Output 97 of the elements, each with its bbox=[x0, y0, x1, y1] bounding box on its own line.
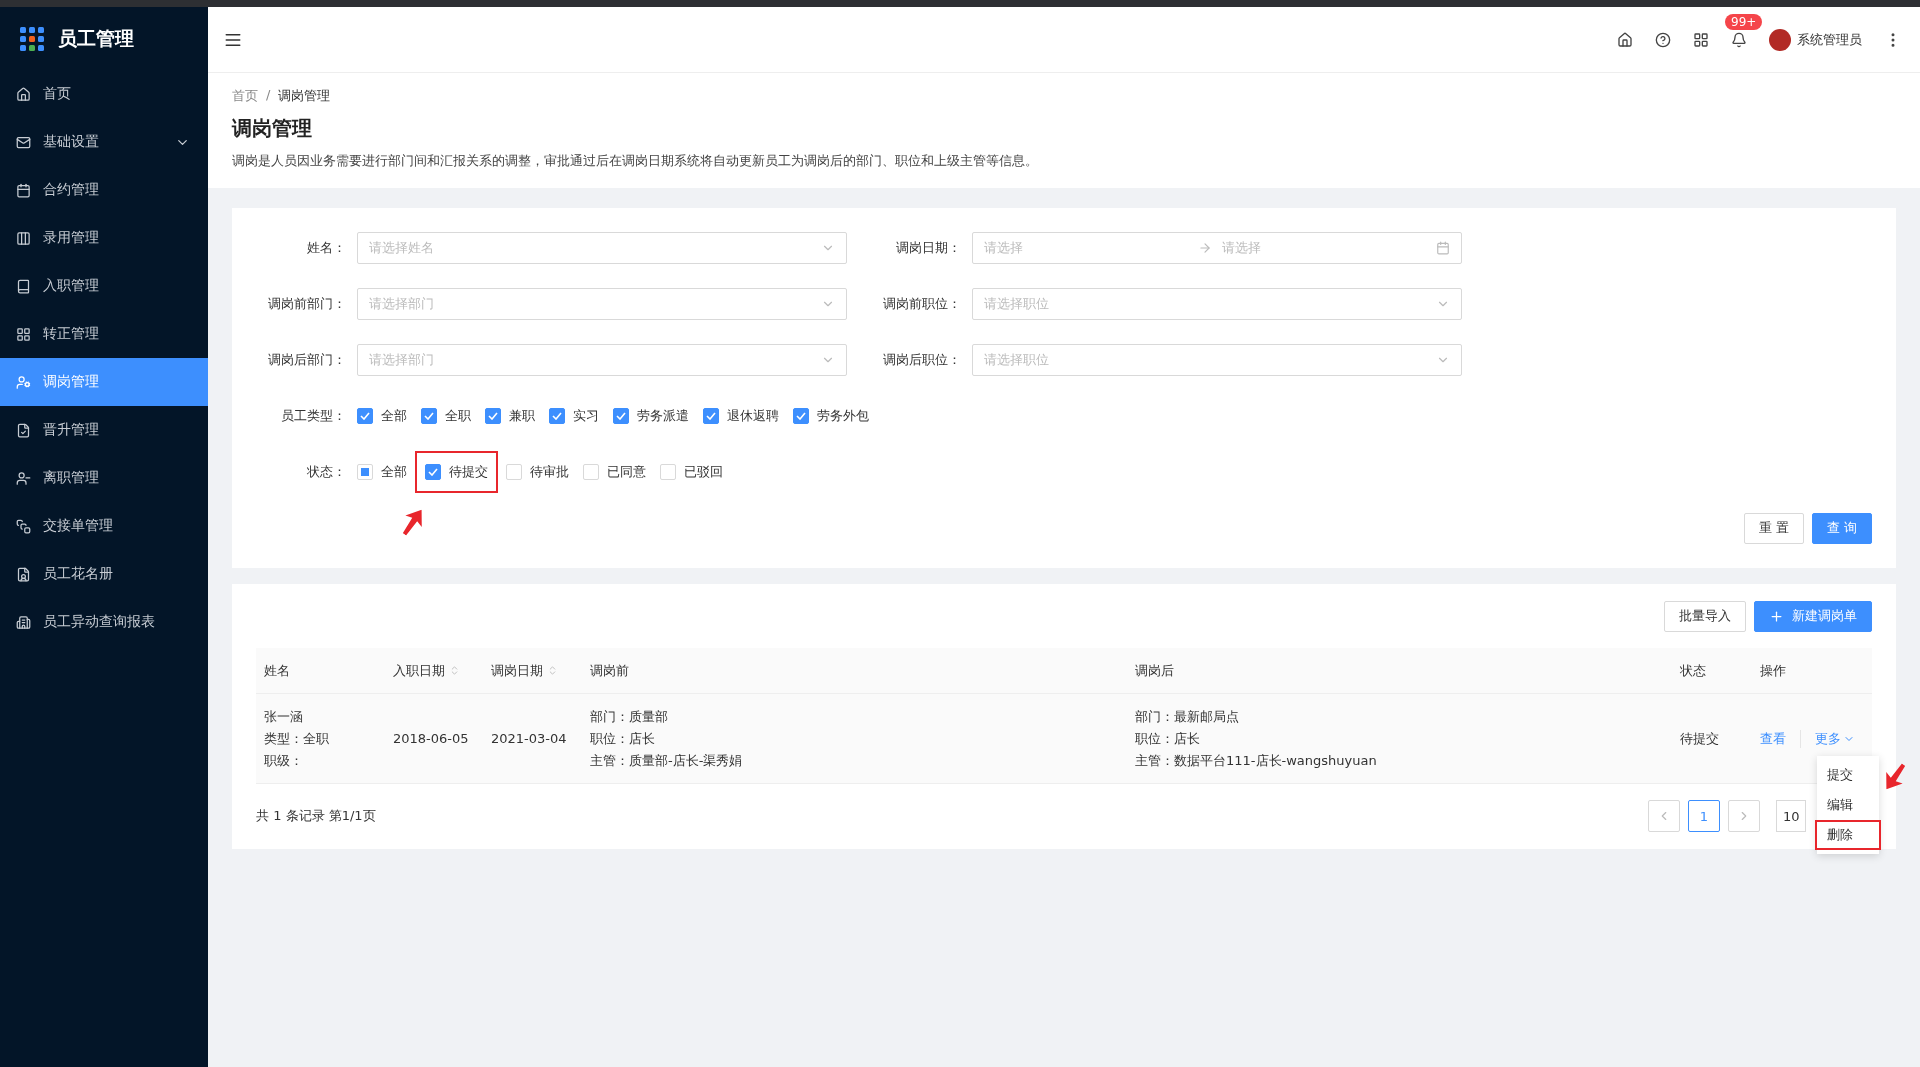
filter-label: 状态： bbox=[306, 463, 347, 481]
check-icon bbox=[706, 412, 716, 420]
table-cell-text: 张一涵 bbox=[264, 707, 304, 726]
placeholder-text: 请选择部门 bbox=[369, 295, 435, 313]
sort-icon bbox=[547, 665, 558, 676]
checkbox[interactable] bbox=[549, 408, 565, 424]
sidebar-item[interactable]: 首页 bbox=[0, 70, 208, 118]
app-title: 员工管理 bbox=[58, 25, 134, 51]
table-cell-text: 2018-06-05 bbox=[393, 731, 470, 746]
placeholder-text: 请选择 bbox=[1222, 239, 1262, 257]
filter-label: 调岗日期： bbox=[895, 239, 962, 257]
column-header: 调岗前 bbox=[589, 661, 630, 680]
filter-label: 调岗后部门： bbox=[267, 351, 347, 369]
checkbox[interactable] bbox=[793, 408, 809, 424]
check-icon bbox=[616, 412, 626, 420]
placeholder-text: 请选择部门 bbox=[369, 351, 435, 369]
placeholder-text: 请选择职位 bbox=[984, 351, 1050, 369]
column-header: 姓名 bbox=[263, 661, 291, 680]
placeholder-text: 请选择职位 bbox=[984, 295, 1050, 313]
column-header[interactable]: 入职日期 bbox=[385, 661, 483, 680]
grid-icon[interactable] bbox=[1693, 31, 1709, 48]
filter-label: 调岗后职位： bbox=[882, 351, 962, 369]
column-header: 调岗后 bbox=[1134, 661, 1175, 680]
checkbox-label: 兼职 bbox=[509, 407, 535, 425]
page-size-select[interactable]: 10 bbox=[1776, 800, 1806, 832]
checkbox-label: 劳务外包 bbox=[817, 407, 869, 425]
table-cell-text: 主管：数据平台111-店长-wangshuyuan bbox=[1135, 751, 1378, 770]
checkbox-label: 全部 bbox=[381, 463, 407, 481]
table-cell-text: 职位：店长 bbox=[590, 729, 656, 748]
pagination-summary: 共 1 条记录 第1/1页 bbox=[256, 807, 377, 825]
page-title: 调岗管理 bbox=[232, 115, 313, 142]
sidebar-item[interactable]: 基础设置 bbox=[0, 118, 208, 166]
filter-label: 姓名： bbox=[306, 239, 347, 257]
checkbox-label: 已驳回 bbox=[684, 463, 723, 481]
home-icon[interactable] bbox=[1617, 31, 1633, 48]
column-header[interactable]: 调岗日期 bbox=[483, 661, 582, 680]
checkbox-label: 全职 bbox=[445, 407, 471, 425]
checkbox-label: 实习 bbox=[573, 407, 599, 425]
menu-item[interactable]: 删除 bbox=[1815, 819, 1881, 850]
checkbox-label: 待审批 bbox=[530, 463, 569, 481]
check-icon bbox=[796, 412, 806, 420]
filter-label: 调岗前部门： bbox=[267, 295, 347, 313]
checkbox[interactable] bbox=[613, 408, 629, 424]
notification-badge: 99+ bbox=[1725, 13, 1763, 30]
sort-icon bbox=[449, 665, 460, 676]
plus-icon bbox=[1769, 608, 1784, 624]
checkbox-label: 劳务派遣 bbox=[637, 407, 689, 425]
column-header: 状态 bbox=[1679, 661, 1707, 680]
checkbox[interactable] bbox=[421, 408, 437, 424]
status-text: 待提交 bbox=[1680, 729, 1720, 748]
checkbox-label: 全部 bbox=[381, 407, 407, 425]
menu-item[interactable]: 编辑 bbox=[1817, 789, 1879, 820]
sidebar-item[interactable]: 转正管理 bbox=[0, 310, 208, 358]
sidebar-item[interactable]: 录用管理 bbox=[0, 214, 208, 262]
app-logo-icon bbox=[20, 26, 44, 51]
avatar[interactable] bbox=[1769, 28, 1791, 51]
checkbox[interactable] bbox=[703, 408, 719, 424]
filter-label: 员工类型： bbox=[280, 407, 347, 425]
sidebar-item[interactable]: 员工异动查询报表 bbox=[0, 598, 208, 646]
checkbox[interactable] bbox=[485, 408, 501, 424]
sidebar-item[interactable]: 交接单管理 bbox=[0, 502, 208, 550]
check-icon bbox=[552, 412, 562, 420]
check-icon bbox=[488, 412, 498, 420]
table-cell-text: 部门：质量部 bbox=[590, 707, 669, 726]
help-icon[interactable] bbox=[1655, 31, 1671, 48]
checkbox-label: 待提交 bbox=[449, 463, 488, 481]
calendar-icon bbox=[1436, 241, 1450, 255]
breadcrumb-item: 调岗管理 bbox=[278, 87, 331, 105]
table-cell-text: 部门：最新邮局点 bbox=[1135, 707, 1240, 726]
import-button[interactable]: 批量导入 bbox=[1664, 600, 1746, 632]
placeholder-text: 请选择姓名 bbox=[369, 239, 435, 257]
table-cell-text: 主管：质量部-店长-渠秀娟 bbox=[590, 751, 744, 770]
filter-label: 调岗前职位： bbox=[882, 295, 962, 313]
checkbox-label: 退休返聘 bbox=[727, 407, 779, 425]
checkbox[interactable] bbox=[357, 408, 373, 424]
check-icon bbox=[360, 412, 370, 420]
page-description: 调岗是人员因业务需要进行部门间和汇报关系的调整，审批通过后在调岗日期系统将自动更新员工为调岗后的部门、职位和上级主管等信息。 bbox=[232, 152, 1039, 170]
checkbox-label: 已同意 bbox=[607, 463, 646, 481]
table-cell-text: 职级： bbox=[264, 751, 304, 770]
sidebar-item[interactable]: 离职管理 bbox=[0, 454, 208, 502]
checkbox[interactable] bbox=[425, 464, 441, 480]
menu-item[interactable]: 提交 bbox=[1817, 759, 1879, 790]
sidebar-item[interactable]: 晋升管理 bbox=[0, 406, 208, 454]
table-cell-text: 类型：全职 bbox=[264, 729, 330, 748]
sidebar-item[interactable]: 入职管理 bbox=[0, 262, 208, 310]
check-icon bbox=[424, 412, 434, 420]
table-cell-text: 2021-03-04 bbox=[491, 731, 568, 746]
placeholder-text: 请选择 bbox=[984, 239, 1024, 257]
sidebar-item[interactable]: 合约管理 bbox=[0, 166, 208, 214]
breadcrumb-item[interactable]: 首页 bbox=[232, 87, 258, 105]
user-name[interactable]: 系统管理员 bbox=[1797, 30, 1862, 49]
check-icon bbox=[428, 468, 438, 476]
column-header: 操作 bbox=[1759, 661, 1787, 680]
reset-button[interactable]: 重 置 bbox=[1743, 512, 1804, 544]
table-cell-text: 职位：店长 bbox=[1135, 729, 1201, 748]
breadcrumb-separator: / bbox=[266, 87, 271, 104]
sidebar-item[interactable]: 员工花名册 bbox=[0, 550, 208, 598]
